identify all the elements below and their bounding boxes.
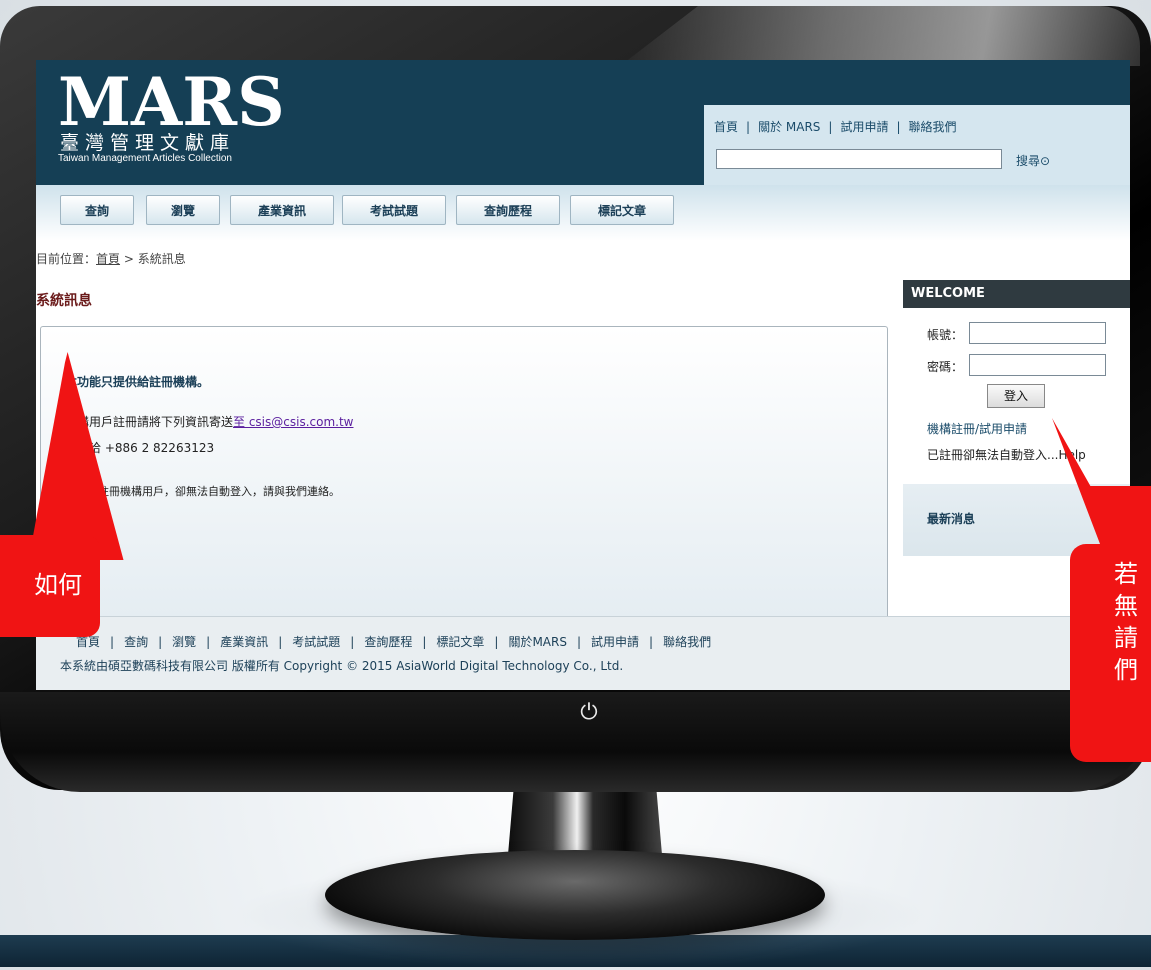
account-label: 帳號： bbox=[927, 328, 964, 342]
callout-right-line: 請 bbox=[1114, 624, 1138, 652]
header-tools: 首頁 | 關於 MARS | 試用申請 | 聯絡我們 搜尋⊙ bbox=[704, 105, 1130, 185]
logo-english-name: Taiwan Management Articles Collection bbox=[58, 153, 232, 164]
notice-register-line: 機構用戶註冊請將下列資訊寄送至 csis@csis.com.tw bbox=[65, 413, 353, 430]
footer-link-history[interactable]: 查詢歷程 bbox=[364, 635, 412, 649]
logo-chinese-name: 臺灣管理文獻庫 bbox=[60, 132, 236, 154]
callout-right-line: 們 bbox=[1114, 656, 1138, 684]
footer-separator: | bbox=[422, 635, 427, 649]
account-input[interactable] bbox=[969, 322, 1106, 344]
email-link[interactable]: 至 csis@csis.com.tw bbox=[233, 415, 353, 429]
breadcrumb: 目前位置：首頁 > 系統訊息 bbox=[36, 250, 186, 267]
news-title[interactable]: 最新消息 bbox=[927, 510, 975, 527]
login-button[interactable]: 登入 bbox=[987, 384, 1045, 408]
footer-link-marked[interactable]: 標記文章 bbox=[436, 635, 484, 649]
notice-register-text: 機構用戶註冊請將下列資訊寄送 bbox=[65, 415, 234, 429]
top-nav-home[interactable]: 首頁 bbox=[714, 120, 738, 134]
top-nav-trial[interactable]: 試用申請 bbox=[840, 120, 888, 134]
footer-link-contact[interactable]: 聯絡我們 bbox=[663, 635, 711, 649]
page-title: 系統訊息 bbox=[36, 293, 92, 309]
nav-separator: | bbox=[746, 120, 751, 134]
tab-browse[interactable]: 瀏覽 bbox=[146, 195, 220, 225]
footer-separator: | bbox=[278, 635, 283, 649]
footer-copyright: 本系統由碩亞數碼科技有限公司 版權所有 Copyright © 2015 Asi… bbox=[60, 659, 624, 673]
footer-link-search[interactable]: 查詢 bbox=[124, 635, 148, 649]
footer-links: 首頁 | 查詢 | 瀏覽 | 產業資訊 | 考試試題 | 查詢歷程 | 標記文章 | 關於MARS | 試用申請… bbox=[76, 633, 711, 650]
callout-right-line: 若 bbox=[1114, 560, 1138, 588]
bezel-shine bbox=[620, 6, 1140, 66]
callout-right-line: 無 bbox=[1114, 592, 1138, 620]
message-panel: 本功能只提供給註冊機構。 機構用戶註冊請將下列資訊寄送至 csis@csis.c… bbox=[40, 326, 888, 616]
search-button[interactable]: 搜尋⊙ bbox=[1016, 152, 1050, 169]
nav-separator: | bbox=[828, 120, 833, 134]
footer-separator: | bbox=[649, 635, 654, 649]
footer-link-browse[interactable]: 瀏覽 bbox=[172, 635, 196, 649]
password-input[interactable] bbox=[969, 354, 1106, 376]
nav-separator: | bbox=[896, 120, 901, 134]
footer-separator: | bbox=[206, 635, 211, 649]
tab-marked-articles[interactable]: 標記文章 bbox=[570, 195, 674, 225]
top-nav-contact[interactable]: 聯絡我們 bbox=[909, 120, 957, 134]
footer-link-trial[interactable]: 試用申請 bbox=[591, 635, 639, 649]
footer-separator: | bbox=[350, 635, 355, 649]
monitor-stand-base bbox=[325, 850, 825, 940]
footer-link-industry[interactable]: 產業資訊 bbox=[220, 635, 268, 649]
footer-separator: | bbox=[158, 635, 163, 649]
monitor-screen: MARS 臺灣管理文獻庫 Taiwan Management Articles … bbox=[36, 60, 1130, 690]
site-footer: 首頁 | 查詢 | 瀏覽 | 產業資訊 | 考試試題 | 查詢歷程 | 標記文章 | 關於MARS | 試用申請… bbox=[36, 616, 1130, 690]
play-circle-icon: ⊙ bbox=[1040, 154, 1051, 168]
site-header: MARS 臺灣管理文獻庫 Taiwan Management Articles … bbox=[36, 60, 1130, 185]
tab-search-history[interactable]: 查詢歷程 bbox=[456, 195, 560, 225]
breadcrumb-current: > 系統訊息 bbox=[120, 252, 186, 266]
breadcrumb-home-link[interactable]: 首頁 bbox=[96, 252, 120, 266]
main-tabbar: 查詢 瀏覽 產業資訊 考試試題 查詢歷程 標記文章 bbox=[36, 185, 1130, 241]
search-button-label: 搜尋 bbox=[1016, 154, 1041, 168]
search-input[interactable] bbox=[716, 149, 1002, 169]
footer-link-about[interactable]: 關於MARS bbox=[508, 635, 567, 649]
breadcrumb-prefix: 目前位置： bbox=[36, 252, 97, 266]
footer-separator: | bbox=[110, 635, 115, 649]
footer-separator: | bbox=[494, 635, 499, 649]
power-icon: ⏻ bbox=[580, 700, 598, 725]
tab-industry-info[interactable]: 產業資訊 bbox=[230, 195, 334, 225]
tab-search[interactable]: 查詢 bbox=[60, 195, 134, 225]
footer-link-home[interactable]: 首頁 bbox=[76, 635, 100, 649]
auto-login-help[interactable]: 已註冊卻無法自動登入...Help bbox=[927, 446, 1086, 463]
register-trial-link[interactable]: 機構註冊/試用申請 bbox=[927, 420, 1027, 437]
login-box: 帳號： 密碼： 登入 機構註冊/試用申請 已註冊卻無法自動登入...Help bbox=[903, 308, 1130, 482]
tab-exam-questions[interactable]: 考試試題 bbox=[342, 195, 446, 225]
callout-right: 若 無 請 們 bbox=[1070, 544, 1151, 762]
callout-left: 如何 bbox=[0, 535, 100, 637]
notice-title: 本功能只提供給註冊機構。 bbox=[65, 375, 210, 389]
footer-separator: | bbox=[576, 635, 582, 649]
password-label: 密碼： bbox=[927, 360, 964, 374]
top-nav: 首頁 | 關於 MARS | 試用申請 | 聯絡我們 bbox=[714, 118, 957, 135]
top-nav-about[interactable]: 關於 MARS bbox=[758, 120, 820, 134]
footer-link-exam[interactable]: 考試試題 bbox=[292, 635, 340, 649]
welcome-header: WELCOME bbox=[903, 280, 1130, 308]
